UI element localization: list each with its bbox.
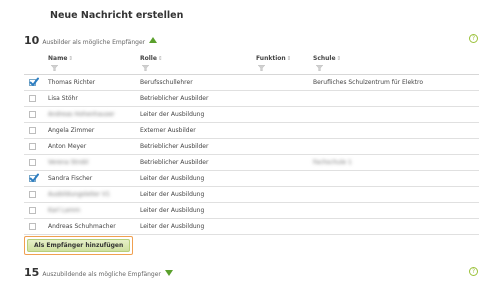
sort-icon[interactable]: ⇕ <box>287 56 292 62</box>
filter-icon[interactable] <box>258 65 265 71</box>
cell-name: Angela Zimmer <box>48 126 95 134</box>
cell-name: Anton Meyer <box>48 142 87 150</box>
table-row[interactable]: Verena Strobl Betrieblicher Ausbilder Fach… <box>24 155 479 171</box>
section-header-trainers: 10 Ausbilder als mögliche Empfänger <box>24 34 158 48</box>
row-checkbox[interactable] <box>29 159 36 166</box>
column-header-rolle[interactable]: Rolle⇕ <box>140 55 163 62</box>
cell-schule: Berufliches Schulzentrum für Elektro <box>313 78 424 86</box>
cell-schule: Fachschule 1 <box>313 158 352 166</box>
table-row[interactable]: Lisa Stöhr Betrieblicher Ausbilder <box>24 91 479 107</box>
cell-rolle: Leiter der Ausbildung <box>140 110 205 118</box>
filter-icon[interactable] <box>51 65 58 71</box>
cell-rolle: Leiter der Ausbildung <box>140 174 205 182</box>
row-checkbox[interactable] <box>29 77 39 86</box>
cell-name: Thomas Richter <box>48 78 96 86</box>
cell-name: Sandra Fischer <box>48 174 93 182</box>
table-row[interactable]: Angela Zimmer Externer Ausbilder <box>24 123 479 139</box>
filter-icon[interactable] <box>316 65 323 71</box>
row-checkbox[interactable] <box>29 95 36 102</box>
cell-name: Ausbildungsleiter V1 <box>48 190 110 198</box>
table-row[interactable]: Andreas Hohenhauser Leiter der Ausbildung <box>24 107 479 123</box>
help-icon[interactable]: ? <box>469 34 478 43</box>
row-checkbox[interactable] <box>29 111 36 118</box>
column-header-schule[interactable]: Schule⇕ <box>313 55 341 62</box>
sort-icon[interactable]: ⇕ <box>337 56 342 62</box>
help-icon[interactable]: ? <box>469 267 478 276</box>
table-row[interactable]: Thomas Richter Berufsschullehrer Beruflich… <box>24 75 479 91</box>
cell-rolle: Betrieblicher Ausbilder <box>140 158 209 166</box>
collapse-arrow-icon[interactable] <box>149 37 158 43</box>
add-recipients-button[interactable]: Als Empfänger hinzufügen <box>24 236 134 255</box>
cell-rolle: Leiter der Ausbildung <box>140 206 205 214</box>
recipients-table: Name⇕ Rolle⇕ Funktion⇕ Schule⇕ Thomas Ri… <box>24 51 479 235</box>
cell-name: Karl Lamm <box>48 206 81 214</box>
cell-rolle: Berufsschullehrer <box>140 78 193 86</box>
row-checkbox[interactable] <box>29 191 36 198</box>
table-body: Thomas Richter Berufsschullehrer Beruflich… <box>24 75 479 235</box>
student-section-label: Auszubildende als mögliche Empfänger <box>42 271 161 278</box>
trainer-section-label: Ausbilder als mögliche Empfänger <box>42 39 146 46</box>
sort-icon[interactable]: ⇕ <box>158 56 163 62</box>
table-row[interactable]: Ausbildungsleiter V1 Leiter der Ausbildun… <box>24 187 479 203</box>
page-title: Neue Nachricht erstellen <box>50 10 184 21</box>
table-row[interactable]: Karl Lamm Leiter der Ausbildung <box>24 203 479 219</box>
table-row[interactable]: Anton Meyer Betrieblicher Ausbilder <box>24 139 479 155</box>
row-checkbox[interactable] <box>29 173 39 182</box>
table-row[interactable]: Andreas Schuhmacher Leiter der Ausbildung <box>24 219 479 235</box>
table-row[interactable]: Sandra Fischer Leiter der Ausbildung <box>24 171 479 187</box>
column-header-funktion[interactable]: Funktion⇕ <box>256 55 291 62</box>
cell-name: Andreas Schuhmacher <box>48 222 116 230</box>
trainer-count: 10 <box>24 34 40 47</box>
cell-rolle: Leiter der Ausbildung <box>140 190 205 198</box>
cell-rolle: Betrieblicher Ausbilder <box>140 94 209 102</box>
column-header-name[interactable]: Name⇕ <box>48 55 73 62</box>
add-recipients-button-wrapper: Als Empfänger hinzufügen <box>24 236 134 255</box>
cell-name: Verena Strobl <box>48 158 89 166</box>
row-checkbox[interactable] <box>29 127 36 134</box>
cell-rolle: Betrieblicher Ausbilder <box>140 142 209 150</box>
table-header: Name⇕ Rolle⇕ Funktion⇕ Schule⇕ <box>24 51 479 75</box>
cell-rolle: Leiter der Ausbildung <box>140 222 205 230</box>
cell-name: Andreas Hohenhauser <box>48 110 115 118</box>
section-header-students: 15 Auszubildende als mögliche Empfänger <box>24 266 173 280</box>
cell-rolle: Externer Ausbilder <box>140 126 196 134</box>
add-recipients-button-label: Als Empfänger hinzufügen <box>27 239 131 252</box>
cell-name: Lisa Stöhr <box>48 94 78 102</box>
checkmark-icon <box>29 77 39 86</box>
sort-icon[interactable]: ⇕ <box>68 56 73 62</box>
checkmark-icon <box>29 173 39 182</box>
row-checkbox[interactable] <box>29 207 36 214</box>
expand-arrow-icon[interactable] <box>164 270 173 276</box>
student-count: 15 <box>24 266 40 279</box>
filter-icon[interactable] <box>142 65 149 71</box>
row-checkbox[interactable] <box>29 223 36 230</box>
row-checkbox[interactable] <box>29 143 36 150</box>
